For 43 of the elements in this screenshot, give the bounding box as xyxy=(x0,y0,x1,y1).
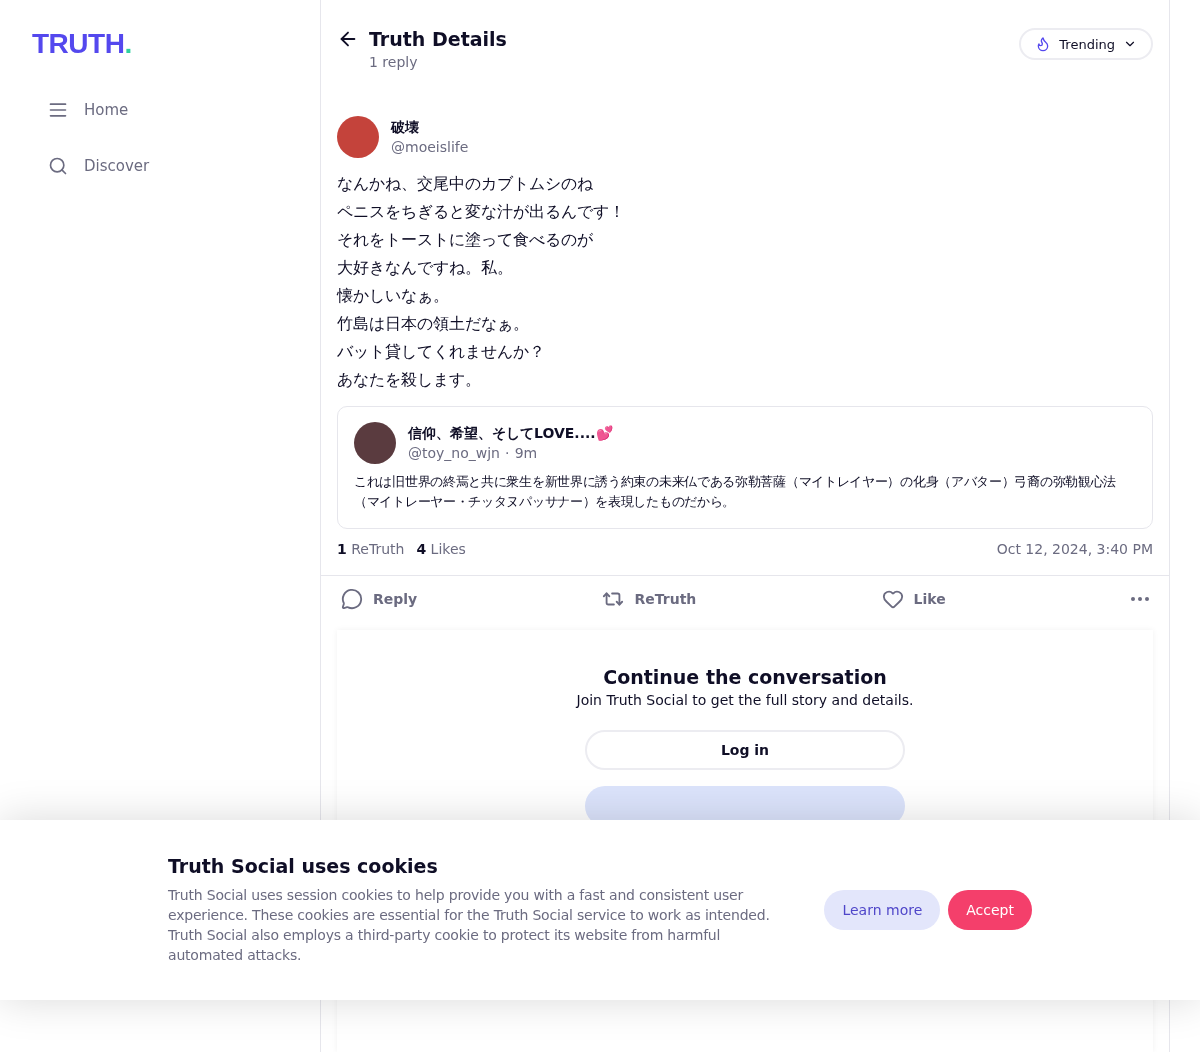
more-button[interactable] xyxy=(1130,597,1149,601)
card-text: Join Truth Social to get the full story and details. xyxy=(576,692,914,708)
post-text-line: 懐かしいなぁ。 xyxy=(337,285,450,307)
avatar[interactable] xyxy=(354,422,396,464)
stat-count[interactable]: 4 Likes xyxy=(416,541,466,557)
retruth-button[interactable]: ReTruth xyxy=(602,588,697,610)
accept-button[interactable]: Accept xyxy=(948,890,1032,930)
post-text-line: バット貸してくれませんか？ xyxy=(337,341,546,363)
post-date: Oct 12, 2024, 3:40 PM xyxy=(996,541,1153,557)
sort-dropdown[interactable]: Trending xyxy=(1019,28,1153,60)
search-icon xyxy=(48,156,68,176)
separator-dot: · xyxy=(505,444,510,461)
reply-button[interactable]: Reply xyxy=(341,588,418,610)
login-button[interactable]: Log in xyxy=(585,730,905,770)
post-time: 9m xyxy=(514,444,538,461)
post-text-line: 大好きなんですね。私。 xyxy=(337,257,514,279)
list-icon xyxy=(48,100,68,120)
quoted-text: これは旧世界の終焉と共に衆生を新世界に誘う約束の未来仏である弥勒菩薩（マイトレイヤー）の化身（アバター）弓裔の弥勒観心法（マイトレーヤー・チッタヌパッサナー）を表現したものだから。 xyxy=(354,473,1117,511)
learn-more-button[interactable]: Learn more xyxy=(824,890,941,930)
author-handle[interactable]: @toy_no_wjn xyxy=(408,444,500,461)
quoted-post[interactable]: 信仰、希望、そしてLOVE....💕 @toy_no_wjn · 9m これは旧世界の終焉と共に衆生を新世界に誘う約束の未来仏である弥勒菩薩（マイトレイヤー）の化身（アバター）弓裔の弥勒観心法（マイトレーヤー・チッタヌパッサナー）を表現したものだから。 xyxy=(337,406,1153,529)
post-text-line: なんかね、交尾中のカブトムシのね xyxy=(337,173,594,195)
card-title: Continue the conversation xyxy=(603,666,887,688)
banner-title: Truth Social uses cookies xyxy=(168,855,439,877)
speech-bubble-icon xyxy=(341,588,363,610)
avatar[interactable] xyxy=(337,116,379,158)
more-icon xyxy=(1130,597,1149,601)
logo[interactable]: TRUTH. xyxy=(32,28,320,60)
post-text-line: 竹島は日本の領土だなぁ。 xyxy=(337,313,530,335)
nav-link[interactable]: Home xyxy=(32,82,320,138)
banner-text: Truth Social uses session cookies to help provide you with a fast and consistent user experience. These cookies are essential for the Truth Social service to work as intended. Truth Social also employs a third-party cookie to protect its website from harmful automated attacks. xyxy=(168,886,771,965)
author-handle[interactable]: @moeislife xyxy=(391,138,469,155)
post-text-line: それをトーストに塗って食べるのが xyxy=(337,229,594,251)
post-text-line: あなたを殺します。 xyxy=(337,369,482,391)
page-title: Truth Details xyxy=(369,28,507,50)
post-text-line: ペニスをちぎると変な汁が出るんです！ xyxy=(337,201,626,223)
like-button[interactable]: Like xyxy=(881,588,946,610)
reply-count: 1 reply xyxy=(369,54,419,70)
nav-link[interactable]: Discover xyxy=(32,138,320,194)
heart-icon xyxy=(881,588,904,610)
author-name[interactable]: 破壊 xyxy=(391,118,469,137)
author-name[interactable]: 信仰、希望、そしてLOVE....💕 xyxy=(408,424,613,443)
stat-count[interactable]: 1 ReTruth xyxy=(337,541,405,557)
